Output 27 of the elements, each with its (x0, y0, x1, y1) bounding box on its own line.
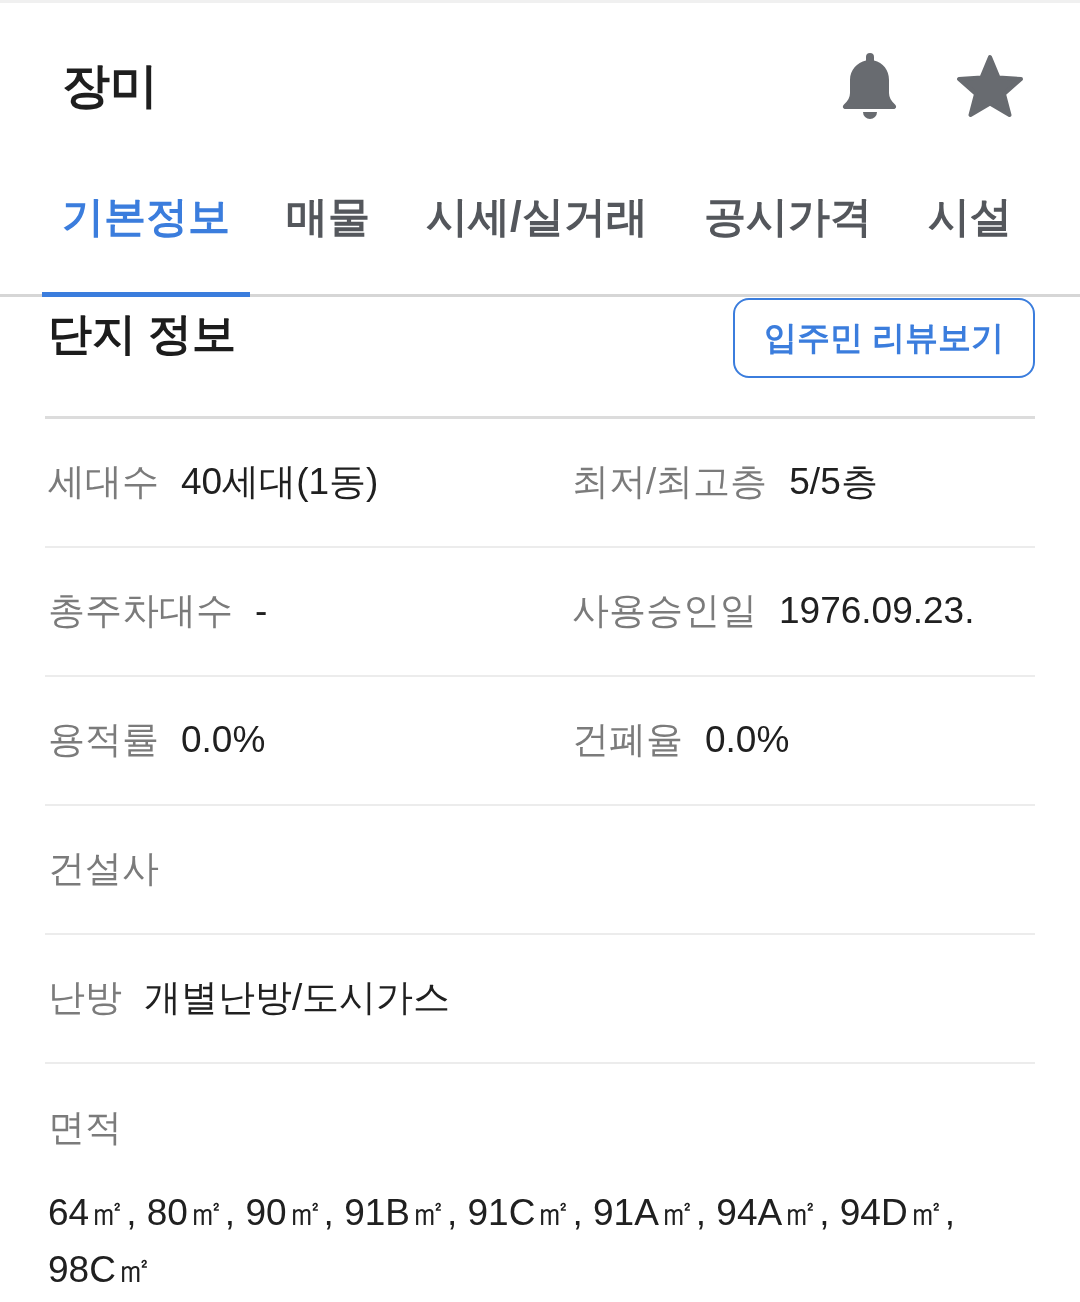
tab[interactable]: 매물 (266, 191, 390, 297)
bell-icon[interactable] (842, 52, 898, 119)
info-label: 건설사 (48, 847, 159, 892)
info-value: 40세대(1동) (181, 460, 379, 505)
info-value: 0.0% (181, 718, 266, 763)
info-label: 면적 (48, 1106, 123, 1150)
info-label: 사용승인일 (572, 589, 757, 634)
page-title: 장미 (62, 57, 158, 114)
info-label: 건폐율 (572, 718, 683, 763)
tab[interactable]: 공시가격 (683, 191, 892, 297)
star-icon[interactable] (956, 53, 1024, 118)
info-label: 용적률 (48, 718, 159, 763)
info-value: - (255, 589, 268, 634)
info-label: 최저/최고층 (572, 460, 768, 505)
info-value: 1976.09.23. (779, 589, 975, 634)
info-value: 5/5층 (789, 460, 878, 505)
tab[interactable]: 시세/실거래 (406, 191, 668, 297)
tab[interactable]: 시설 (907, 191, 1032, 297)
tab[interactable]: 기본정보 (42, 191, 250, 297)
info-label: 난방 (48, 976, 122, 1021)
section-title: 단지 정보 (48, 308, 237, 360)
info-label: 세대수 (48, 460, 159, 505)
area-list: 64㎡, 80㎡, 90㎡, 91B㎡, 91C㎡, 91A㎡, 94A㎡, 94D㎡, 98C㎡ (48, 1184, 1032, 1299)
info-label: 총주차대수 (48, 589, 233, 634)
review-button[interactable]: 입주민 리뷰보기 (733, 298, 1035, 378)
info-value: 0.0% (705, 718, 790, 763)
info-value: 개별난방/도시가스 (144, 976, 451, 1021)
